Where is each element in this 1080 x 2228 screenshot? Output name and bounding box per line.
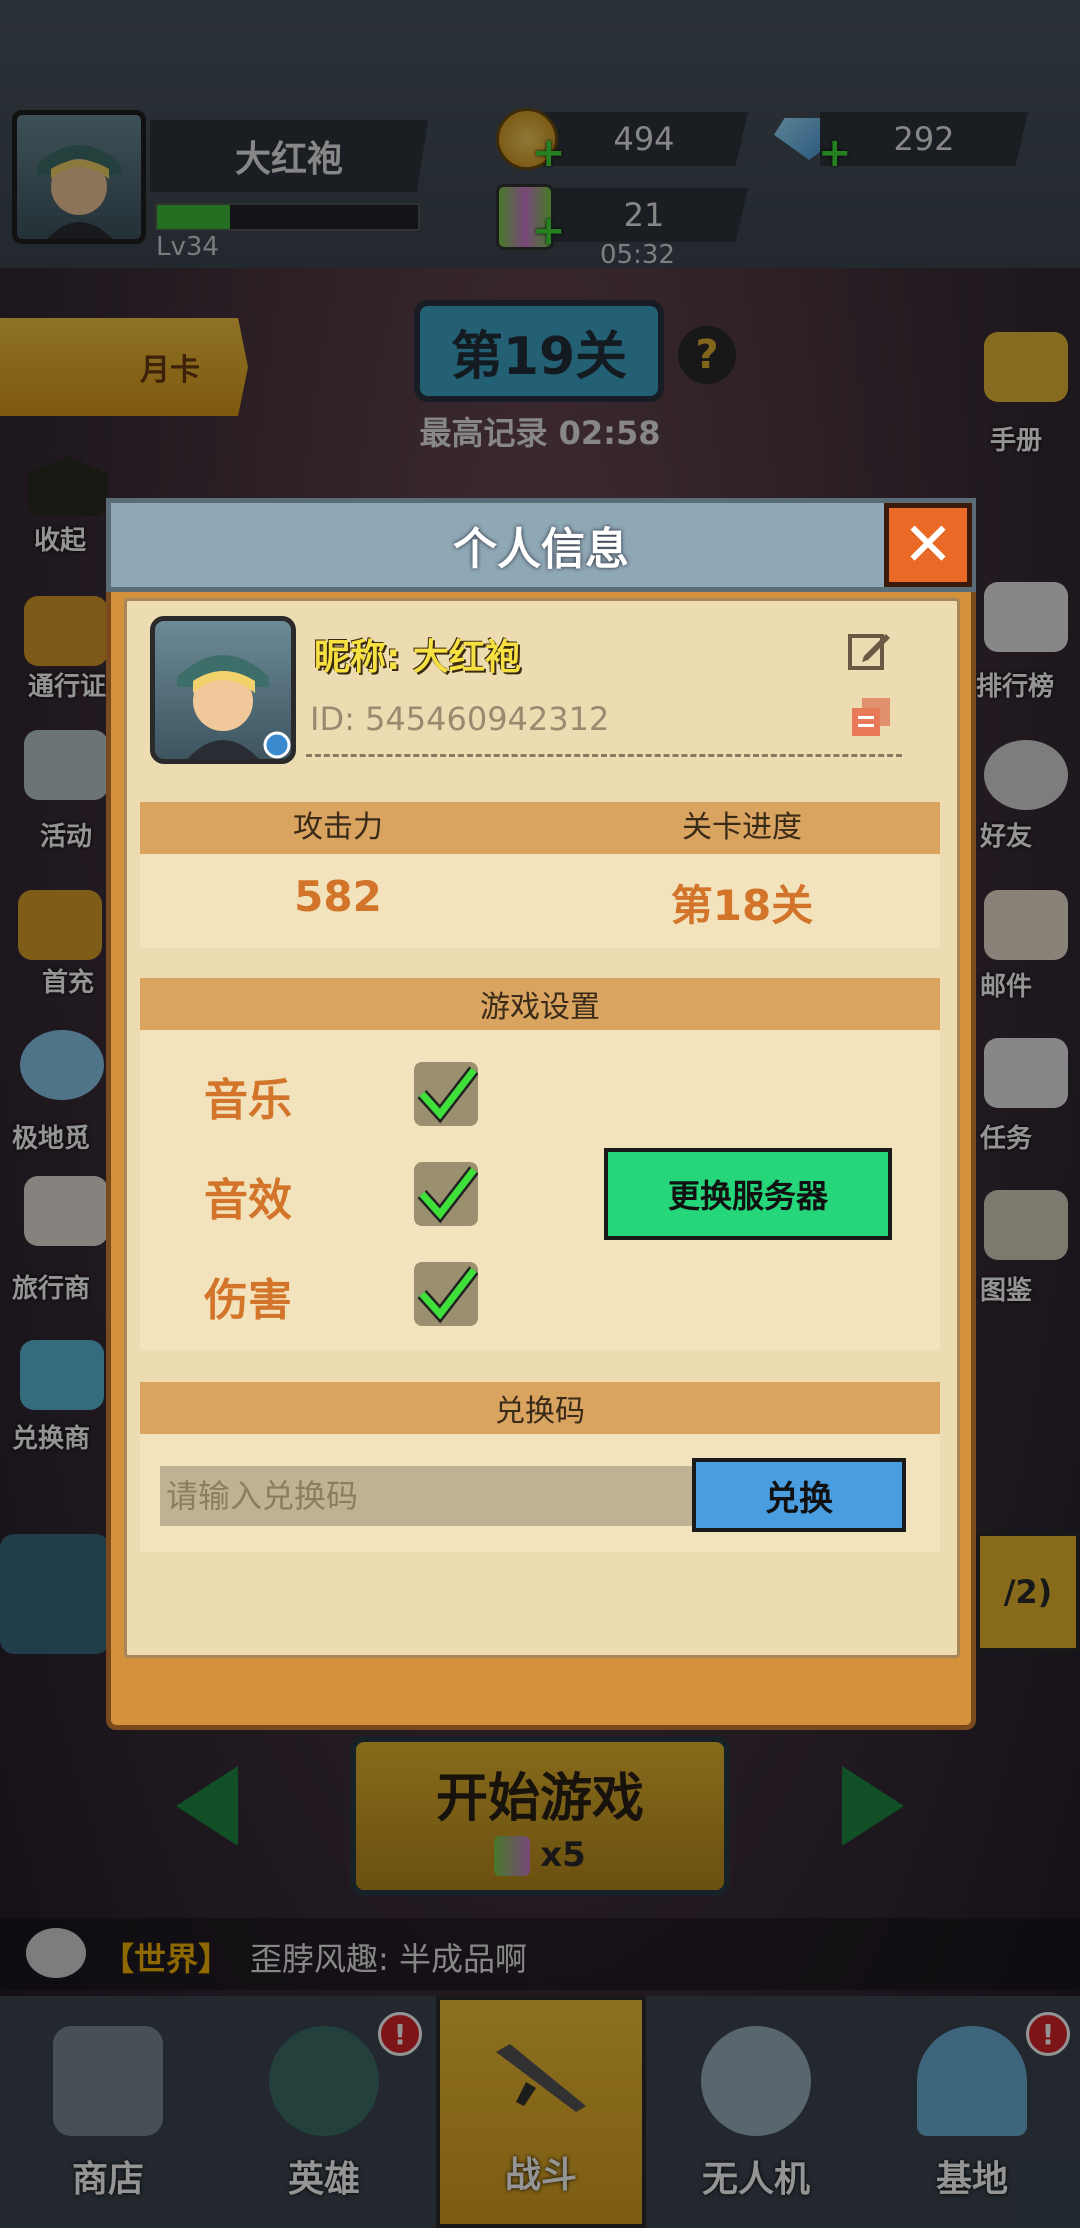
redeem-header: 兑换码	[140, 1382, 940, 1434]
profile-avatar[interactable]	[150, 616, 296, 764]
divider	[306, 754, 902, 757]
checkmark-icon	[417, 1166, 479, 1224]
profile-portrait-icon	[177, 655, 291, 759]
profile-id: ID: 545460942312	[310, 700, 610, 738]
checkmark-icon	[417, 1066, 479, 1124]
redeem-code-input[interactable]	[160, 1466, 694, 1526]
profile-nickname: 昵称: 大红袍	[314, 637, 521, 678]
edit-name-icon[interactable]	[846, 628, 892, 674]
music-label: 音乐	[204, 1075, 292, 1126]
dialog-title: 个人信息	[106, 498, 976, 592]
copy-id-icon[interactable]	[848, 694, 894, 740]
change-server-button[interactable]: 更换服务器	[604, 1148, 892, 1240]
sound-label: 音效	[204, 1175, 292, 1226]
attack-value: 582	[294, 872, 382, 921]
sound-checkbox[interactable]	[414, 1162, 479, 1226]
attack-label: 攻击力	[293, 810, 383, 845]
checkmark-icon	[417, 1266, 479, 1324]
redeem-button[interactable]: 兑换	[692, 1458, 906, 1532]
stage-progress-value: 第18关	[670, 881, 814, 930]
damage-label: 伤害	[204, 1275, 292, 1326]
settings-header: 游戏设置	[140, 978, 940, 1030]
stage-progress-label: 关卡进度	[682, 810, 802, 845]
music-checkbox[interactable]	[414, 1062, 479, 1126]
close-button[interactable]: ✕	[884, 503, 972, 587]
damage-checkbox[interactable]	[414, 1262, 479, 1326]
